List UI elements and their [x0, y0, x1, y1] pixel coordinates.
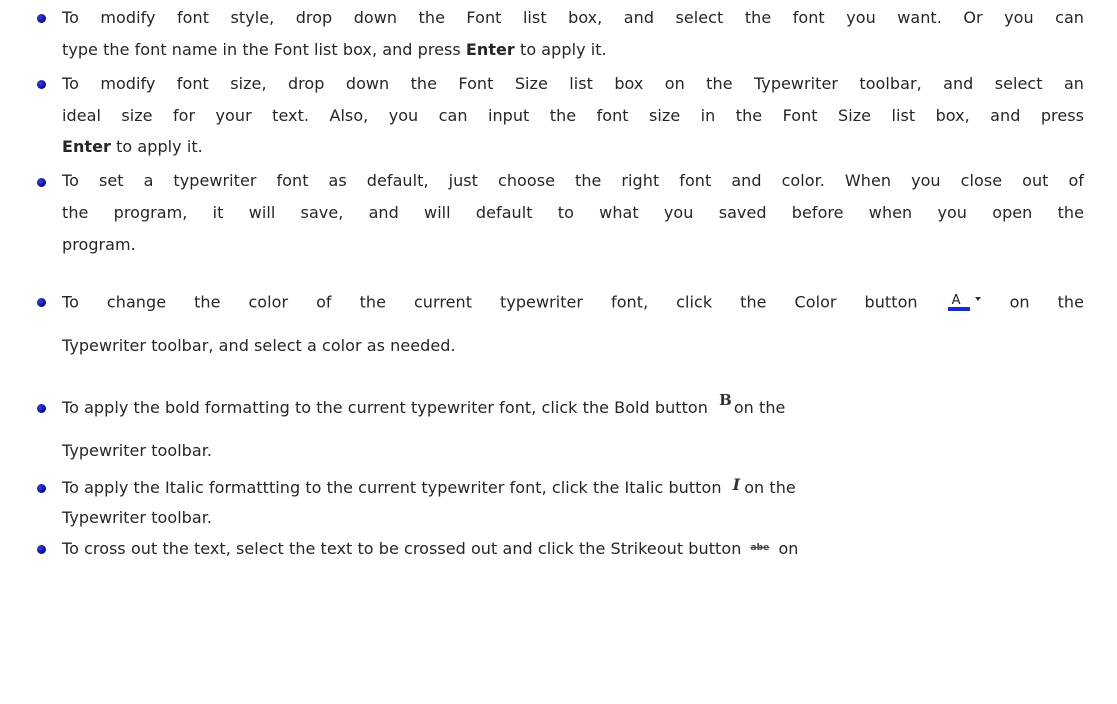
bold-icon: B: [719, 391, 732, 409]
bullet-7-line-1: To cross out the text, select the text t…: [62, 539, 798, 562]
bullet-4-text: To change the color of the current typew…: [62, 292, 918, 312]
font-color-icon: A: [946, 292, 982, 314]
bullet-2-line-3: Enter to apply it.: [62, 137, 203, 157]
italic-icon: I: [732, 475, 741, 494]
bullet-marker: [37, 178, 46, 187]
bullet-marker: [37, 298, 46, 307]
bullet-1-line-1: To modify font style, drop down the Font…: [62, 8, 1084, 27]
bullet-1-text: type the font name in the Font list box,…: [62, 40, 466, 59]
bullet-4-line-2: Typewriter toolbar, and select a color a…: [62, 336, 456, 355]
font-color-icon-bar: [947, 307, 970, 311]
bullet-4-text-tail: on the: [1009, 292, 1085, 312]
bullet-2-line-1: To modify font size, drop down the Font …: [62, 74, 1084, 93]
bullet-5-text-tail: on the: [733, 398, 786, 417]
bullet-3-line-2: the program, it will save, and will defa…: [62, 203, 1084, 222]
bullet-1-text-end: to apply it.: [514, 40, 607, 59]
bullet-6-text-tail: on the: [744, 478, 796, 497]
bullet-5-line-1: To apply the bold formatting to the curr…: [62, 391, 786, 418]
bullet-6-line-2: Typewriter toolbar.: [62, 508, 213, 527]
bullet-4-line-1: To change the color of the current typew…: [62, 292, 1084, 314]
document-page: To modify font style, drop down the Font…: [0, 0, 1117, 704]
bullet-marker: [37, 484, 46, 493]
bullet-2-text-end: to apply it.: [110, 137, 203, 156]
bullet-marker: [37, 14, 46, 23]
bullet-6-text: To apply the Italic formattting to the c…: [62, 478, 722, 497]
bullet-5-line-2: Typewriter toolbar.: [62, 441, 213, 460]
bullet-3-line-3: program.: [62, 235, 136, 254]
bullet-7-text: To cross out the text, select the text t…: [62, 539, 742, 558]
chevron-down-icon: [974, 297, 981, 301]
bullet-2-line-2: ideal size for your text. Also, you can …: [62, 106, 1084, 125]
bullet-marker: [37, 545, 46, 554]
strikeout-icon: abe: [750, 543, 770, 553]
bullet-1-line-2: type the font name in the Font list box,…: [62, 40, 607, 60]
bullet-7-text-tail: on: [778, 539, 799, 558]
enter-key-label: Enter: [62, 137, 111, 156]
enter-key-label: Enter: [465, 40, 515, 59]
bullet-3-line-1: To set a typewriter font as default, jus…: [62, 171, 1084, 190]
bullet-6-line-1: To apply the Italic formattting to the c…: [62, 475, 796, 498]
bullet-marker: [37, 80, 46, 89]
bullet-5-text: To apply the bold formatting to the curr…: [62, 398, 708, 417]
bullet-marker: [37, 404, 46, 413]
